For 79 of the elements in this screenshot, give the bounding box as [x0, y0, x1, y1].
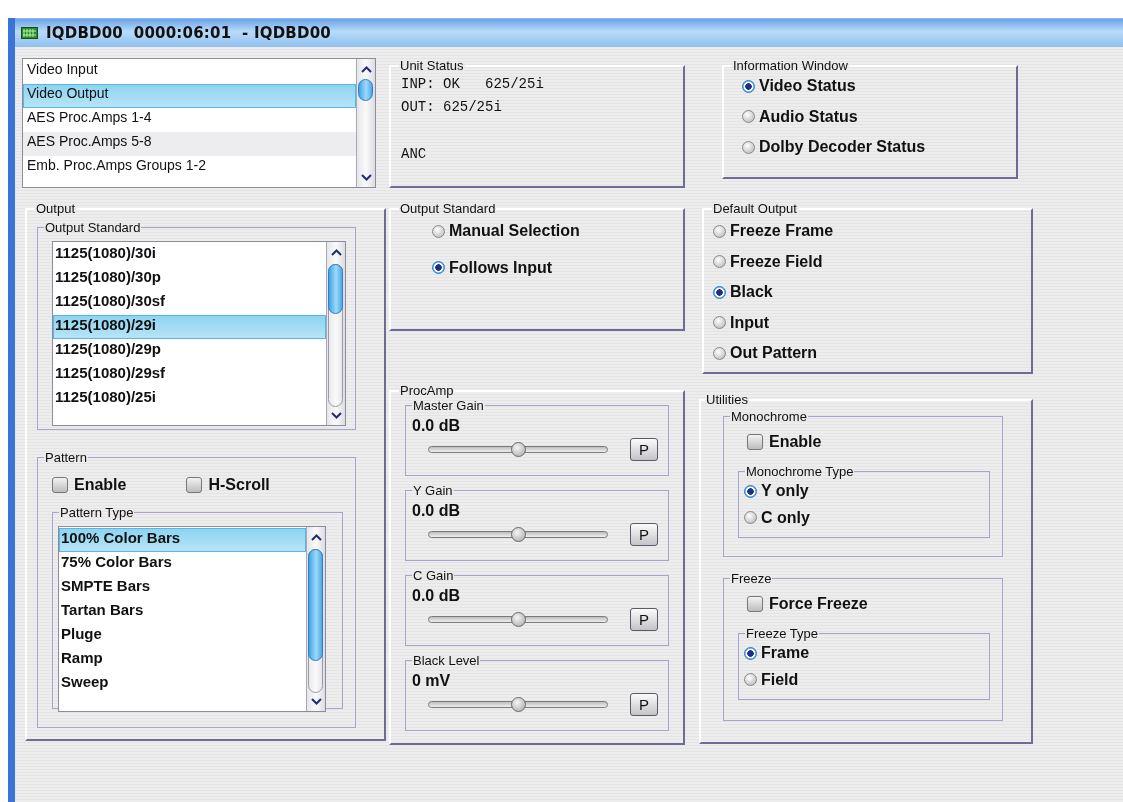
group-label: Pattern Type — [59, 505, 135, 520]
radio-option[interactable]: Field — [744, 669, 799, 690]
radio-option[interactable]: Input — [713, 312, 770, 333]
slider-thumb[interactable] — [511, 526, 526, 542]
list-item[interactable]: Pluge — [59, 624, 306, 648]
group-label: Output Standard — [399, 201, 497, 216]
scrollbar[interactable] — [326, 242, 345, 425]
checkbox[interactable]: H-Scroll — [186, 475, 270, 495]
radio-option[interactable]: Black — [713, 282, 773, 302]
group-label: Output — [35, 201, 77, 216]
preset-button[interactable]: P — [630, 522, 658, 546]
chevron-down-icon — [330, 411, 342, 419]
list-item[interactable]: SMPTE Bars — [59, 576, 306, 600]
radio-option[interactable]: C only — [744, 507, 810, 528]
slider-thumb[interactable] — [511, 696, 526, 712]
radio-option[interactable]: Follows Input — [432, 257, 553, 278]
radio-option[interactable]: Freeze Frame — [713, 221, 834, 241]
group-label: Freeze Type — [745, 626, 820, 641]
group-label: Information Window — [732, 58, 849, 73]
group-label: Freeze — [730, 571, 773, 586]
list-item[interactable]: 1125(1080)/30i — [53, 243, 326, 267]
slider-thumb[interactable] — [511, 611, 526, 627]
group-label: Default Output — [712, 201, 798, 216]
scroll-thumb[interactable] — [308, 549, 323, 661]
scroll-thumb[interactable] — [358, 79, 373, 101]
list-item[interactable]: AES Proc.Amps 5-8 — [23, 132, 356, 156]
group-label: Master Gain — [412, 398, 485, 413]
gain-reading: 0.0 dB — [412, 502, 461, 520]
radio-option[interactable]: Manual Selection — [432, 221, 580, 241]
radio-option[interactable]: Frame — [744, 643, 810, 663]
group-label: Pattern — [44, 450, 88, 465]
preset-button[interactable]: P — [630, 607, 658, 631]
list-item[interactable]: 1125(1080)/30sf — [53, 291, 326, 315]
list-item[interactable]: AES Proc.Amps 1-4 — [23, 108, 356, 132]
group-label: Monochrome Type — [745, 464, 855, 479]
gain-reading: 0.0 dB — [412, 417, 461, 435]
list-item[interactable]: 1125(1080)/29i — [53, 315, 326, 339]
group-label: C Gain — [412, 568, 455, 583]
group-label: Output Standard — [44, 220, 142, 235]
status-line: ANC — [401, 145, 428, 164]
list-item[interactable]: Video Input — [23, 60, 356, 84]
radio-option[interactable]: Video Status — [742, 76, 856, 96]
list-item[interactable]: Video Output — [23, 84, 356, 108]
group-label: Utilities — [705, 392, 749, 407]
radio-option[interactable]: Y only — [744, 481, 809, 501]
list-item[interactable]: 1125(1080)/29p — [53, 339, 326, 363]
chevron-up-icon — [360, 65, 372, 73]
radio-option[interactable]: Dolby Decoder Status — [742, 137, 926, 157]
checkbox[interactable]: Enable — [747, 432, 822, 452]
radio-option[interactable]: Audio Status — [742, 106, 858, 127]
gain-reading: 0.0 dB — [412, 587, 461, 605]
list-item[interactable]: Sweep — [59, 672, 306, 696]
scroll-thumb[interactable] — [328, 264, 343, 314]
scrollbar[interactable] — [356, 59, 375, 187]
chevron-down-icon — [360, 173, 372, 181]
group-label: Black Level — [412, 653, 481, 668]
radio-option[interactable]: Out Pattern — [713, 343, 818, 363]
slider-thumb[interactable] — [511, 441, 526, 457]
list-item[interactable]: 100% Color Bars — [59, 528, 306, 552]
list-item[interactable]: 1125(1080)/25i — [53, 387, 326, 411]
chevron-up-icon — [330, 248, 342, 256]
group-label: Unit Status — [399, 58, 465, 73]
chevron-up-icon — [310, 533, 322, 541]
group-label: Monochrome — [730, 409, 808, 424]
radio-option[interactable]: Freeze Field — [713, 251, 823, 272]
preset-button[interactable]: P — [630, 692, 658, 716]
preset-button[interactable]: P — [630, 437, 658, 461]
window-icon — [21, 27, 38, 39]
status-line: OUT: 625/25i — [401, 98, 503, 117]
checkbox[interactable]: Enable — [52, 475, 127, 495]
group-label: ProcAmp — [399, 383, 455, 398]
gain-reading: 0 mV — [412, 672, 452, 690]
status-line: INP: OK 625/25i — [401, 75, 545, 94]
group-label: Y Gain — [412, 483, 454, 498]
checkbox[interactable]: Force Freeze — [747, 594, 868, 614]
list-item[interactable]: Emb. Proc.Amps Groups 1-2 — [23, 156, 356, 180]
window-title: IQDBD00 0000:06:01 - IQDBD00 — [46, 24, 331, 42]
chevron-down-icon — [310, 697, 322, 705]
scrollbar[interactable] — [306, 527, 325, 711]
